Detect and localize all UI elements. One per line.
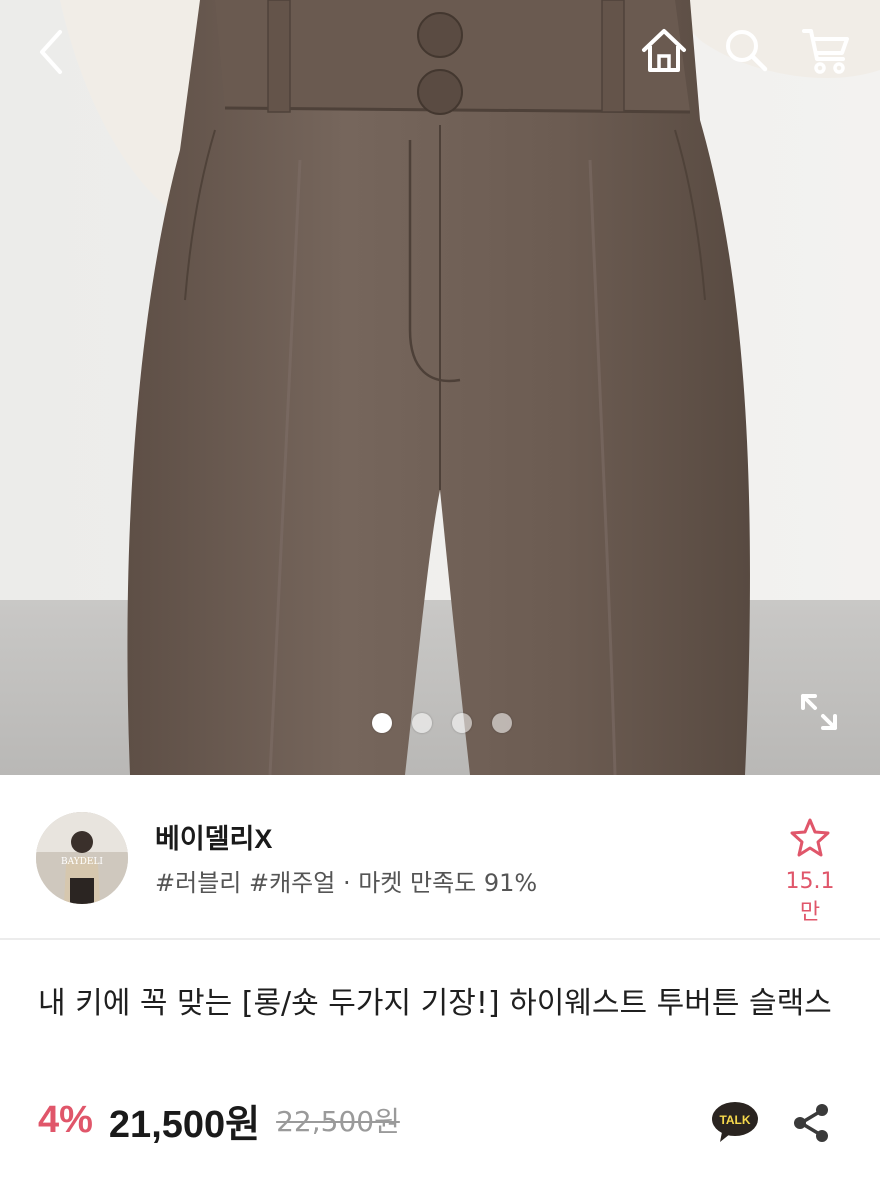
shop-logo: BAYDELI xyxy=(36,812,128,904)
expand-image-button[interactable] xyxy=(795,688,843,736)
avatar-watermark: BAYDELI xyxy=(61,857,103,867)
kakaotalk-icon: TALK xyxy=(712,1102,758,1142)
favorite-shop-button[interactable]: 15.1만 xyxy=(778,817,842,926)
shop-avatar[interactable]: BAYDELI xyxy=(36,812,128,904)
product-image-carousel[interactable] xyxy=(0,0,880,775)
back-button[interactable] xyxy=(24,24,80,80)
shop-tags: #러블리 #캐주얼 · 마켓 만족도 91% xyxy=(155,869,538,897)
cart-icon xyxy=(802,29,849,74)
star-icon xyxy=(790,818,830,857)
product-photo xyxy=(0,0,880,775)
shop-info-row[interactable]: BAYDELI 베이델리X #러블리 #캐주얼 · 마켓 만족도 91% 15.… xyxy=(0,775,880,940)
carousel-dot-1[interactable] xyxy=(372,713,392,733)
original-price: 22,500원 xyxy=(276,1105,400,1138)
cart-button[interactable] xyxy=(798,22,854,78)
carousel-dot-3[interactable] xyxy=(452,713,472,733)
svg-text:TALK: TALK xyxy=(719,1113,750,1127)
back-arrow-icon xyxy=(40,30,62,74)
shop-name[interactable]: 베이델리X xyxy=(155,817,272,856)
share-icon xyxy=(794,1104,828,1142)
home-icon xyxy=(642,29,686,72)
carousel-dot-4[interactable] xyxy=(492,713,512,733)
carousel-indicator xyxy=(372,713,512,733)
home-button[interactable] xyxy=(636,22,692,78)
sale-price: 21,500원 xyxy=(108,1103,261,1146)
discount-rate: 4% xyxy=(38,1098,93,1141)
product-title: 내 키에 꼭 맞는 [롱/숏 두가지 기장!] 하이웨스트 투버튼 슬랙스 xyxy=(38,986,832,1021)
search-icon xyxy=(726,30,768,72)
search-button[interactable] xyxy=(718,22,774,78)
kakaotalk-button[interactable]: TALK xyxy=(710,1100,760,1144)
price-row: 4% 21,500원 22,500원 xyxy=(38,1092,400,1148)
expand-icon xyxy=(801,694,837,730)
carousel-dot-2[interactable] xyxy=(412,713,432,733)
share-button[interactable] xyxy=(790,1102,832,1144)
favorite-count: 15.1만 xyxy=(785,869,835,925)
